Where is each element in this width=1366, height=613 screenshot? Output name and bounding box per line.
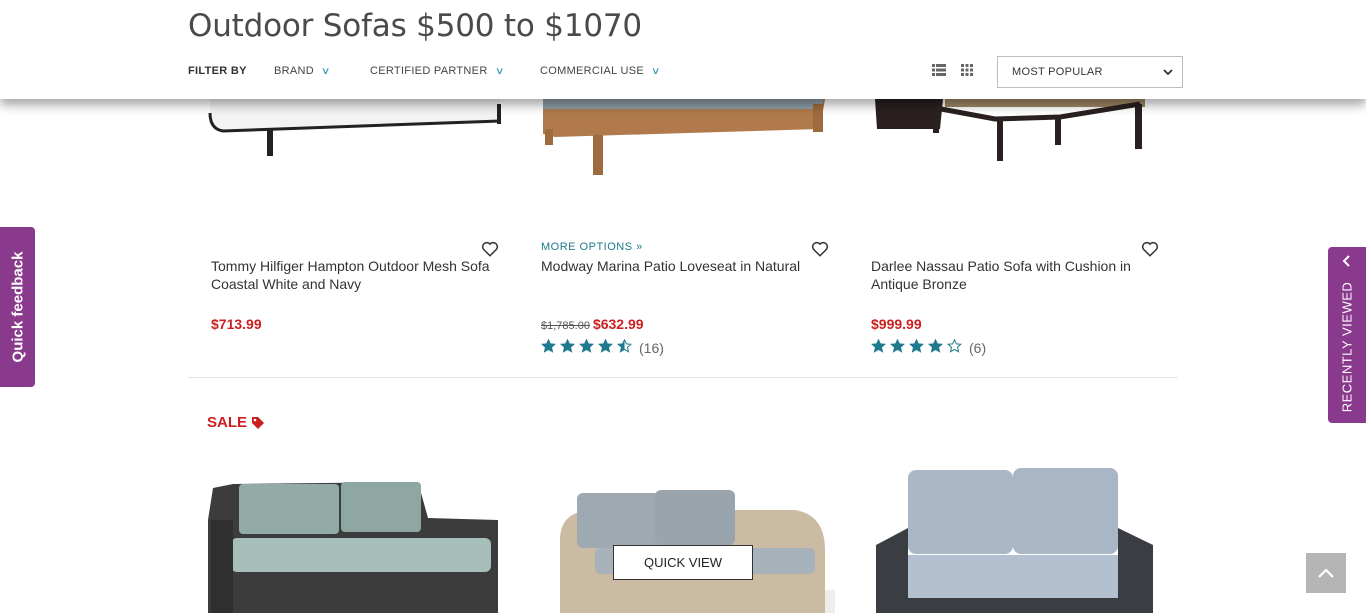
- filter-certified-partner-label: CERTIFIED PARTNER: [370, 65, 488, 77]
- star-rating[interactable]: (16): [541, 338, 664, 356]
- product-image[interactable]: [203, 460, 503, 613]
- heart-icon[interactable]: [811, 240, 829, 258]
- sticky-header: Outdoor Sofas $500 to $1070 FILTER BY BR…: [0, 0, 1366, 99]
- row-divider: [188, 377, 1178, 378]
- product-price: $713.99: [211, 316, 262, 332]
- product-card: Tommy Hilfiger Hampton Outdoor Mesh Sofa…: [205, 99, 525, 369]
- sort-select[interactable]: MOST POPULAR: [997, 56, 1183, 88]
- star-rating[interactable]: (6): [871, 338, 987, 356]
- stars: [541, 338, 636, 356]
- filter-brand[interactable]: BRAND ∨: [274, 65, 330, 77]
- recently-viewed-tab[interactable]: RECENTLY VIEWED: [1328, 247, 1366, 423]
- quick-view-button[interactable]: QUICK VIEW: [613, 545, 753, 580]
- star-icon: [541, 338, 556, 353]
- tag-icon: [252, 416, 265, 429]
- chevron-left-icon: [1342, 255, 1350, 267]
- product-price: $1,785.00 $632.99: [541, 316, 644, 332]
- filter-certified-partner[interactable]: CERTIFIED PARTNER ∨: [370, 65, 505, 77]
- back-to-top-button[interactable]: [1306, 553, 1346, 593]
- quick-feedback-label: Quick feedback: [9, 251, 26, 363]
- chevron-up-icon: [1318, 568, 1334, 578]
- product-name[interactable]: Modway Marina Patio Loveseat in Natural: [541, 257, 831, 275]
- review-count: (6): [969, 339, 987, 356]
- product-name[interactable]: Tommy Hilfiger Hampton Outdoor Mesh Sofa…: [211, 257, 501, 293]
- product-price: $999.99: [871, 316, 922, 332]
- chevron-down-icon: ∨: [650, 66, 661, 77]
- filter-brand-label: BRAND: [274, 65, 315, 77]
- sale-label: SALE: [207, 414, 248, 431]
- star-icon: [928, 338, 943, 353]
- product-image[interactable]: [865, 99, 1165, 209]
- star-icon: [909, 338, 924, 353]
- filter-commercial-use-label: COMMERCIAL USE: [540, 65, 645, 77]
- star-icon: [890, 338, 905, 353]
- review-count: (16): [639, 339, 664, 356]
- filter-commercial-use[interactable]: COMMERCIAL USE ∨: [540, 65, 660, 77]
- list-view-icon[interactable]: [932, 64, 946, 76]
- grid-view-icon[interactable]: [960, 64, 974, 76]
- heart-icon[interactable]: [1141, 240, 1159, 258]
- product-image[interactable]: [205, 99, 505, 209]
- star-icon: [579, 338, 594, 353]
- star-icon: [598, 338, 613, 353]
- product-card: MORE OPTIONS » Modway Marina Patio Loves…: [535, 99, 855, 369]
- recently-viewed-label: RECENTLY VIEWED: [1339, 281, 1355, 413]
- product-name[interactable]: Darlee Nassau Patio Sofa with Cushion in…: [871, 257, 1161, 293]
- page-title: Outdoor Sofas $500 to $1070: [188, 8, 642, 44]
- product-image[interactable]: [535, 460, 835, 613]
- sale-badge: SALE: [207, 414, 265, 431]
- product-image[interactable]: [535, 99, 835, 209]
- star-icon: [871, 338, 886, 353]
- product-card: Darlee Nassau Patio Sofa with Cushion in…: [865, 99, 1185, 369]
- filter-by-label: FILTER BY: [188, 65, 247, 77]
- original-price: $1,785.00: [541, 320, 590, 332]
- chevron-down-icon: ∨: [320, 66, 331, 77]
- chevron-down-icon: ∨: [494, 66, 505, 77]
- sale-price: $713.99: [211, 316, 262, 332]
- chevron-down-icon: [1163, 69, 1173, 76]
- sale-price: $632.99: [592, 316, 644, 332]
- star-icon: [617, 338, 632, 353]
- more-options-link[interactable]: MORE OPTIONS »: [541, 241, 643, 253]
- star-icon: [947, 338, 962, 353]
- product-image[interactable]: [868, 460, 1168, 613]
- sort-select-value: MOST POPULAR: [1012, 66, 1103, 78]
- quick-feedback-tab[interactable]: Quick feedback: [0, 227, 35, 387]
- star-icon: [560, 338, 575, 353]
- stars: [871, 338, 966, 356]
- heart-icon[interactable]: [481, 240, 499, 258]
- sale-price: $999.99: [871, 316, 922, 332]
